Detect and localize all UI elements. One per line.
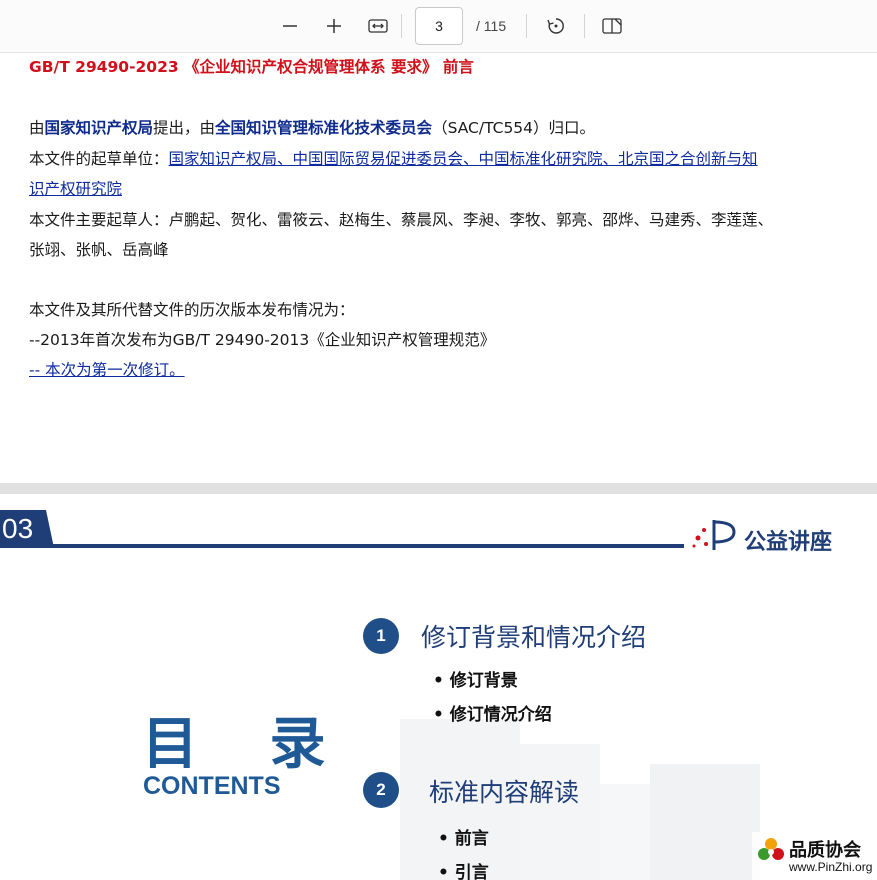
zoom-out-button[interactable] [276, 12, 304, 40]
fit-width-icon [368, 19, 388, 33]
brand-name: 公益讲座 [744, 530, 833, 555]
history-item-link: -- 本次为第一次修订。 [29, 360, 185, 380]
proposer-line: 由国家知识产权局提出，由全国知识管理标准化技术委员会（SAC/TC554）归口。 [29, 119, 596, 137]
section-item: • 引言 [438, 863, 489, 880]
document-title: GB/T 29490-2023 《企业知识产权合规管理体系 要求》 前言 [29, 58, 474, 76]
document-page-3: GB/T 29490-2023 《企业知识产权合规管理体系 要求》 前言 由国家… [0, 53, 877, 483]
revision-link[interactable]: -- 本次为第一次修订。 [29, 361, 185, 379]
rotate-icon [547, 18, 564, 34]
section-item: • 修订背景 [433, 671, 518, 691]
drafting-units-line-2: 识产权研究院 [29, 179, 122, 199]
watermark-name: 品质协会 [789, 840, 861, 861]
background-building [650, 764, 760, 880]
section-number-badge: 2 [363, 772, 399, 808]
page-total: / 115 [476, 18, 507, 34]
history-item: --2013年首次发布为GB/T 29490-2013《企业知识产权管理规范》 [29, 331, 496, 349]
toc-subtitle: CONTENTS [143, 772, 281, 800]
toolbar-divider [526, 14, 527, 38]
section-item: • 前言 [438, 829, 489, 849]
org-cnipa: 国家知识产权局 [44, 119, 154, 137]
toolbar-divider [584, 14, 585, 38]
section-number-badge: 1 [363, 618, 399, 654]
slide-number: 03 [0, 510, 44, 548]
toc-title: 目 录 [142, 712, 352, 777]
slide-number-tab-edge [44, 510, 54, 548]
minus-icon [283, 25, 297, 27]
page-view-button[interactable] [598, 12, 626, 40]
background-building [600, 784, 650, 880]
header-rule [52, 544, 684, 548]
document-page-4: 03 公益讲座 目 录 CONTENTS 1 修订背景和情况介绍 • 修订背景 … [0, 494, 877, 880]
drafting-units-link[interactable]: 国家知识产权局、中国国际贸易促进委员会、中国标准化研究院、北京国之合创新与知 [169, 150, 758, 168]
page-number-input[interactable] [415, 7, 463, 45]
org-committee: 全国知识管理标准化技术委员会 [215, 119, 433, 137]
section-item: • 修订情况介绍 [433, 705, 552, 725]
drafters-line: 本文件主要起草人：卢鹏起、贺化、雷筱云、赵梅生、蔡晨风、李昶、李牧、郭亮、邵烨、… [29, 211, 774, 229]
background-building [520, 744, 600, 880]
watermark-url: www.PinZhi.org [789, 860, 873, 874]
drafters-line-2: 张翊、张帆、岳高峰 [29, 241, 169, 259]
rotate-button[interactable] [542, 12, 570, 40]
page-gap [0, 483, 877, 494]
zoom-in-button[interactable] [320, 12, 348, 40]
fit-width-button[interactable] [364, 12, 392, 40]
drafting-units-line: 本文件的起草单位：国家知识产权局、中国国际贸易促进委员会、中国标准化研究院、北京… [29, 150, 758, 168]
drafting-units-link-continued[interactable]: 识产权研究院 [29, 180, 122, 198]
section-title: 修订背景和情况介绍 [421, 623, 647, 652]
history-heading: 本文件及其所代替文件的历次版本发布情况为： [29, 301, 355, 319]
watermark-flower-icon [758, 838, 784, 860]
toolbar-divider [401, 14, 402, 38]
brand-logo-icon [692, 520, 736, 550]
section-title: 标准内容解读 [429, 778, 580, 807]
pdf-toolbar: / 115 [0, 0, 877, 53]
plus-icon [327, 19, 341, 33]
two-page-view-icon [602, 18, 622, 34]
